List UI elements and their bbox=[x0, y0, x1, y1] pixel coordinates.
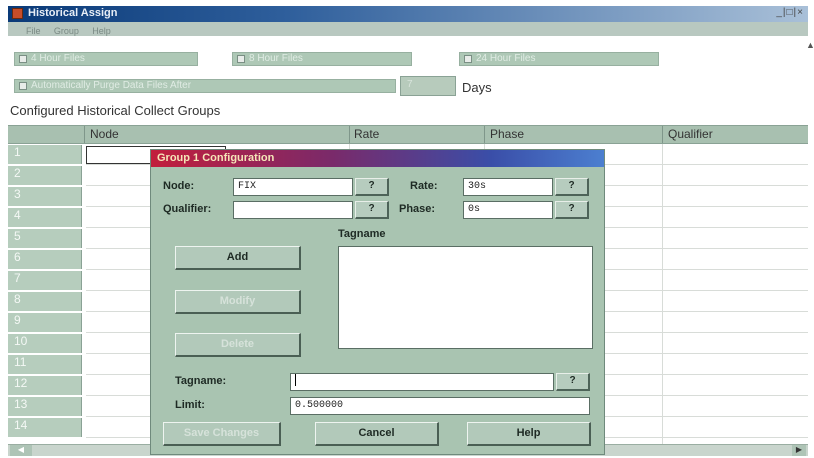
menu-group[interactable]: Group bbox=[54, 26, 79, 36]
column-rate[interactable]: Rate bbox=[354, 127, 379, 143]
modify-button[interactable]: Modify bbox=[175, 290, 301, 314]
option-8hour-files[interactable]: 8 Hour Files bbox=[232, 52, 412, 66]
rate-field[interactable]: 30s bbox=[463, 178, 553, 196]
tagname-list[interactable] bbox=[338, 246, 593, 349]
delete-button[interactable]: Delete bbox=[175, 333, 301, 357]
qualifier-label: Qualifier: bbox=[163, 203, 212, 215]
window-title: Historical Assign bbox=[28, 7, 118, 19]
node-browse-button[interactable]: ? bbox=[355, 178, 389, 196]
tagname-label: Tagname: bbox=[175, 375, 227, 387]
row-number[interactable]: 11 bbox=[8, 355, 82, 374]
scroll-left-icon[interactable]: ◀ bbox=[10, 445, 32, 456]
qualifier-browse-button[interactable]: ? bbox=[355, 201, 389, 219]
row-number[interactable]: 7 bbox=[8, 271, 82, 290]
tagname-list-label: Tagname bbox=[338, 228, 386, 240]
limit-label: Limit: bbox=[175, 399, 205, 411]
window-controls[interactable]: _|□|× bbox=[776, 7, 804, 18]
tagname-field[interactable] bbox=[290, 373, 554, 391]
purge-days-input[interactable]: 7 bbox=[400, 76, 456, 96]
add-button[interactable]: Add bbox=[175, 246, 301, 270]
groups-label: Configured Historical Collect Groups bbox=[10, 103, 221, 118]
option-24hour-files[interactable]: 24 Hour Files bbox=[459, 52, 659, 66]
row-number[interactable]: 3 bbox=[8, 187, 82, 206]
row-number[interactable]: 6 bbox=[8, 250, 82, 269]
checkbox[interactable] bbox=[19, 82, 27, 90]
option-4hour-files[interactable]: 4 Hour Files bbox=[14, 52, 198, 66]
dialog-title-bar[interactable]: Group 1 Configuration bbox=[151, 150, 604, 167]
checkbox[interactable] bbox=[19, 55, 27, 63]
qualifier-field[interactable] bbox=[233, 201, 353, 219]
row-number[interactable]: 10 bbox=[8, 334, 82, 353]
limit-field[interactable]: 0.500000 bbox=[290, 397, 590, 415]
option-auto-purge[interactable]: Automatically Purge Data Files After bbox=[14, 79, 396, 93]
checkbox[interactable] bbox=[464, 55, 472, 63]
grid-column-divider bbox=[662, 144, 663, 444]
phase-label: Phase: bbox=[399, 203, 436, 215]
menu-bar: File Group Help bbox=[8, 22, 808, 36]
scroll-up-icon[interactable]: ▲ bbox=[806, 40, 814, 50]
row-number[interactable]: 8 bbox=[8, 292, 82, 311]
row-number[interactable]: 14 bbox=[8, 418, 82, 437]
tagname-browse-button[interactable]: ? bbox=[556, 373, 590, 391]
column-qualifier[interactable]: Qualifier bbox=[668, 127, 713, 143]
days-label: Days bbox=[462, 80, 492, 95]
column-phase[interactable]: Phase bbox=[490, 127, 524, 143]
dialog-title: Group 1 Configuration bbox=[157, 152, 275, 164]
rate-label: Rate: bbox=[410, 180, 438, 192]
row-number[interactable]: 4 bbox=[8, 208, 82, 227]
node-field[interactable]: FIX bbox=[233, 178, 353, 196]
row-number[interactable]: 2 bbox=[8, 166, 82, 185]
save-changes-button[interactable]: Save Changes bbox=[163, 422, 281, 446]
menu-file[interactable]: File bbox=[26, 26, 41, 36]
rate-browse-button[interactable]: ? bbox=[555, 178, 589, 196]
window-title-bar[interactable]: Historical Assign _|□|× bbox=[8, 6, 808, 22]
menu-help[interactable]: Help bbox=[92, 26, 111, 36]
phase-field[interactable]: 0s bbox=[463, 201, 553, 219]
cancel-button[interactable]: Cancel bbox=[315, 422, 439, 446]
row-number[interactable]: 1 bbox=[8, 145, 82, 164]
row-number[interactable]: 5 bbox=[8, 229, 82, 248]
row-number[interactable]: 12 bbox=[8, 376, 82, 395]
node-label: Node: bbox=[163, 180, 195, 192]
scroll-right-icon[interactable]: ▶ bbox=[792, 445, 806, 456]
checkbox[interactable] bbox=[237, 55, 245, 63]
app-icon bbox=[12, 8, 23, 19]
text-cursor bbox=[295, 374, 296, 387]
row-number[interactable]: 9 bbox=[8, 313, 82, 332]
phase-browse-button[interactable]: ? bbox=[555, 201, 589, 219]
help-button[interactable]: Help bbox=[467, 422, 591, 446]
row-number[interactable]: 13 bbox=[8, 397, 82, 416]
grid-header: Node Rate Phase Qualifier bbox=[8, 125, 808, 144]
column-node[interactable]: Node bbox=[90, 127, 119, 143]
group-config-dialog: Group 1 Configuration Node: FIX ? Rate: … bbox=[150, 149, 605, 455]
